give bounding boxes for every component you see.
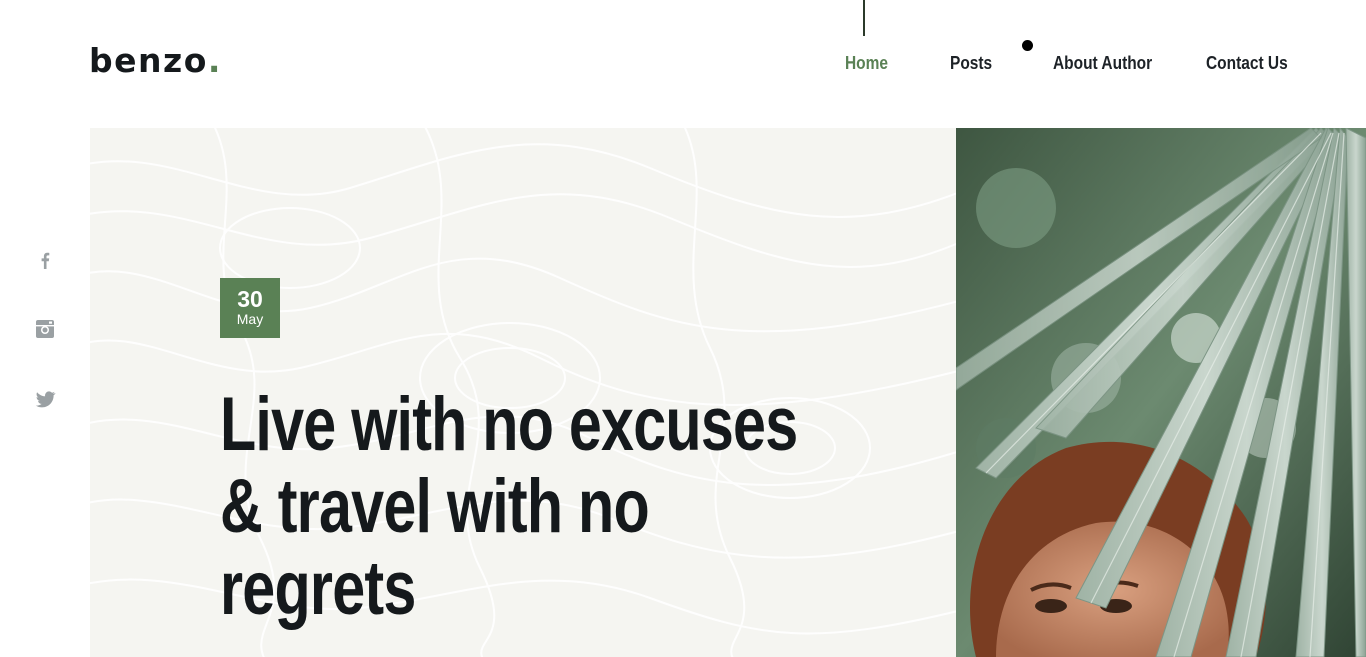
nav-indicator-line xyxy=(863,0,865,36)
headline-line: Live with no excuses xyxy=(220,382,798,467)
hero-headline[interactable]: Live with no excuses & travel with no re… xyxy=(220,384,940,630)
twitter-icon[interactable] xyxy=(34,388,56,410)
nav-contact-us-link[interactable]: Contact Us xyxy=(1206,53,1288,73)
logo-text: benzo xyxy=(89,41,208,80)
nav-hover-dot xyxy=(1022,40,1033,51)
logo-dot: . xyxy=(207,41,222,80)
headline-line: regrets xyxy=(220,546,416,631)
nav-posts-link[interactable]: Posts xyxy=(950,53,992,73)
nav-home-link[interactable]: Home xyxy=(845,53,888,73)
site-logo[interactable]: benzo. xyxy=(89,44,222,77)
facebook-icon[interactable] xyxy=(34,249,56,271)
nav-about-author-link[interactable]: About Author xyxy=(1053,53,1152,73)
post-date-badge: 30 May xyxy=(220,278,280,338)
post-date-day: 30 xyxy=(237,286,263,312)
instagram-icon[interactable] xyxy=(34,318,56,340)
headline-line: & travel with no xyxy=(220,464,650,549)
post-date-month: May xyxy=(236,311,264,327)
hero-image xyxy=(956,128,1366,657)
